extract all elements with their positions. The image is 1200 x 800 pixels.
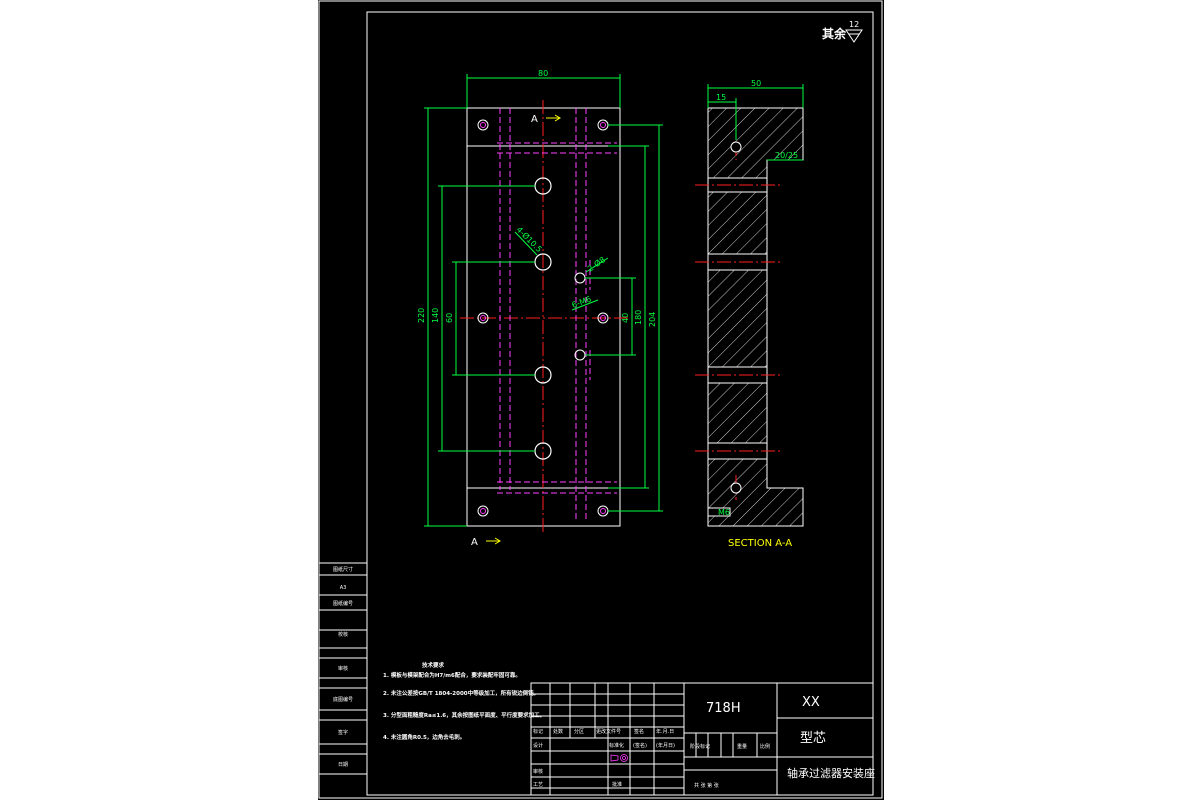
stage-header-1: 重量	[737, 743, 747, 750]
material-text: 718H	[706, 701, 741, 716]
dim-side-20: 20/25	[775, 151, 798, 160]
dim-side-m6: M6	[718, 508, 730, 517]
dim-side-50: 50	[751, 79, 761, 88]
dim-80: 80	[538, 69, 548, 78]
tech-item-4: 4. 未注圆角R0.5，边角去毛刺。	[383, 733, 465, 741]
section-mark-top: A	[531, 114, 538, 125]
rev-header-3: 更改文件号	[596, 728, 621, 735]
dim-220: 220	[417, 308, 426, 323]
rev-header-5: 年.月.日	[656, 728, 674, 735]
sign-label: (签名)	[633, 742, 647, 749]
sign-row-0: 设计	[533, 742, 543, 749]
dim-180: 180	[634, 310, 643, 325]
sign-row-1: 审核	[533, 768, 543, 775]
stage-sub: 共 张 第 张	[694, 782, 719, 789]
tech-item-2: 2. 未注公差按GB/T 1804-2000中等级加工，所有锐边倒钝。	[383, 689, 539, 697]
cad-drawing: 其余 12 80 220 140 60 40 180 204 4-Ø10.5 2…	[0, 0, 1200, 800]
rev-header-2: 分区	[574, 728, 584, 735]
rev-header-1: 处数	[553, 728, 563, 735]
dim-40: 40	[621, 313, 630, 323]
approve-label: 批准	[612, 781, 622, 788]
sign-row-2: 工艺	[533, 782, 543, 788]
part-type-text: 型芯	[800, 731, 826, 746]
part-name-text: 轴承过滤器安装座	[787, 766, 875, 780]
roughness-value: 12	[849, 20, 859, 29]
strip-item-6: 签字	[338, 729, 348, 736]
rev-header-0: 标记	[533, 728, 543, 735]
dim-140: 140	[431, 308, 440, 323]
dim-60: 60	[445, 313, 454, 323]
strip-item-0: 图纸尺寸	[333, 566, 353, 573]
tech-heading: 技术要求	[422, 661, 445, 669]
tech-item-1: 1. 模板与模架配合为H7/m6配合，要求装配牢固可靠。	[383, 671, 521, 679]
strip-item-3: 校核	[338, 631, 348, 638]
strip-item-1: A3	[340, 585, 347, 591]
section-mark-bottom: A	[471, 537, 478, 548]
date-label: (年月日)	[656, 742, 675, 749]
strip-item-7: 日期	[338, 762, 348, 768]
strip-item-4: 审核	[338, 665, 348, 672]
strip-item-2: 图纸编号	[333, 600, 353, 607]
section-label: SECTION A-A	[728, 538, 792, 549]
company-text: XX	[802, 695, 820, 710]
stage-header-2: 比例	[760, 743, 770, 750]
dim-side-15: 15	[716, 93, 726, 102]
dim-204: 204	[648, 312, 657, 327]
rev-header-4: 签名	[634, 728, 644, 735]
strip-item-5: 底图编号	[333, 696, 353, 703]
stage-header-0: 阶段标记	[690, 743, 710, 750]
std-label: 标准化	[609, 742, 624, 749]
roughness-text: 其余	[822, 26, 847, 41]
tech-item-3: 3. 分型面粗糙度Ra≤1.6，其余按图纸平面度、平行度要求加工。	[383, 711, 545, 719]
